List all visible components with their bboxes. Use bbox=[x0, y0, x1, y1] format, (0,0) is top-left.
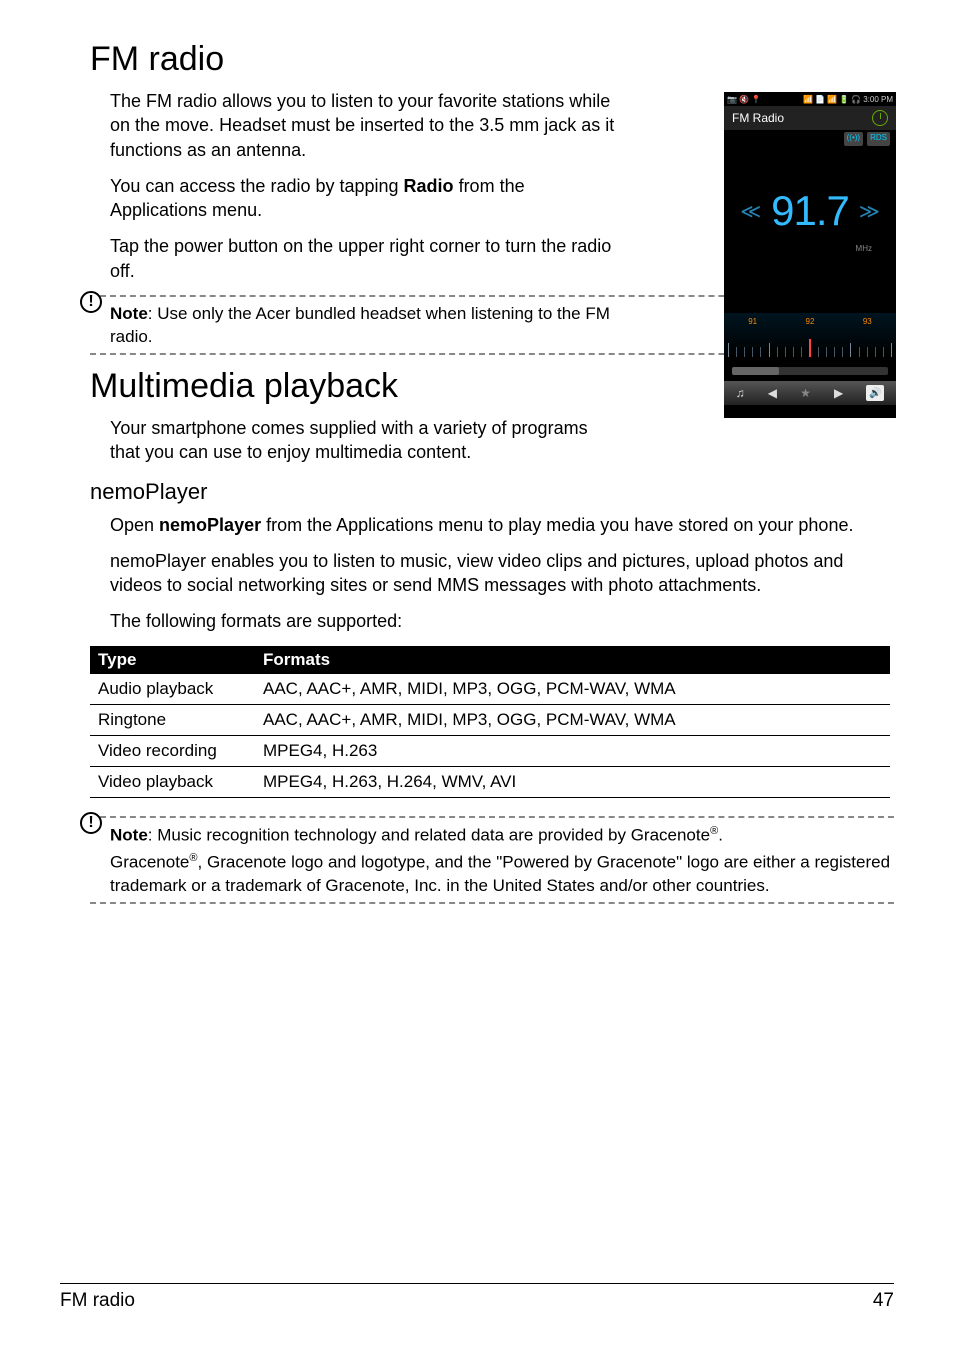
registered-symbol: ® bbox=[710, 825, 718, 837]
power-button[interactable] bbox=[872, 110, 888, 126]
status-icon: 📄 bbox=[815, 95, 825, 104]
alert-icon: ! bbox=[80, 291, 102, 313]
text-radio-bold: Radio bbox=[404, 176, 454, 196]
table-cell: Ringtone bbox=[90, 704, 255, 735]
text-fragment: You can access the radio by tapping bbox=[110, 176, 404, 196]
paragraph-mm-intro: Your smartphone comes supplied with a va… bbox=[110, 416, 620, 465]
headset-icon: 🎧 bbox=[851, 95, 861, 104]
table-row: Video playback MPEG4, H.263, H.264, WMV,… bbox=[90, 766, 890, 797]
mhz-label: MHz bbox=[724, 244, 896, 253]
note-label: Note bbox=[110, 825, 148, 844]
signal-badge: ((•)) bbox=[844, 132, 863, 146]
signal-icon: 📶 bbox=[827, 95, 837, 104]
app-title-bar: FM Radio bbox=[724, 106, 896, 130]
paragraph-fm-access: You can access the radio by tapping Radi… bbox=[110, 174, 620, 223]
tune-up-button[interactable]: ≫ bbox=[859, 199, 880, 224]
table-header-type: Type bbox=[90, 646, 255, 674]
paragraph-fm-power: Tap the power button on the upper right … bbox=[110, 234, 620, 283]
frequency-display: ≪ 91.7 ≫ bbox=[724, 166, 896, 256]
rds-badge[interactable]: RDS bbox=[867, 132, 890, 146]
status-bar: 📷 🔇 📍 📶 📄 📶 🔋 🎧 3:00 PM bbox=[724, 92, 896, 106]
status-icons-right: 📶 📄 📶 🔋 🎧 3:00 PM bbox=[803, 95, 893, 104]
text-fragment: Open bbox=[110, 515, 159, 535]
table-cell: Video recording bbox=[90, 735, 255, 766]
next-button[interactable]: ▶ bbox=[834, 386, 843, 400]
text-fragment: , Gracenote logo and logotype, and the "… bbox=[110, 853, 890, 895]
table-cell: MPEG4, H.263 bbox=[255, 735, 890, 766]
note-fm-text: Note: Use only the Acer bundled headset … bbox=[110, 303, 620, 349]
table-cell: Audio playback bbox=[90, 674, 255, 705]
fm-radio-screenshot: 📷 🔇 📍 📶 📄 📶 🔋 🎧 3:00 PM FM Radio ((•)) R… bbox=[724, 92, 896, 418]
text-fragment: Gracenote bbox=[110, 853, 189, 872]
gps-icon: 📍 bbox=[751, 95, 761, 104]
wifi-icon: 📶 bbox=[803, 95, 813, 104]
table-cell: AAC, AAC+, AMR, MIDI, MP3, OGG, PCM-WAV,… bbox=[255, 704, 890, 735]
tune-down-button[interactable]: ≪ bbox=[740, 199, 761, 224]
note-gracenote-1: Note: Music recognition technology and r… bbox=[110, 824, 894, 848]
note-gracenote-2: Gracenote®, Gracenote logo and logotype,… bbox=[110, 851, 894, 898]
rds-row: ((•)) RDS bbox=[724, 130, 896, 146]
music-icon[interactable]: ♫ bbox=[736, 386, 745, 400]
text-nemo-bold: nemoPlayer bbox=[159, 515, 261, 535]
paragraph-nemo-open: Open nemoPlayer from the Applications me… bbox=[110, 513, 894, 537]
paragraph-nemo-features: nemoPlayer enables you to listen to musi… bbox=[110, 549, 894, 598]
text-fragment: : Music recognition technology and relat… bbox=[148, 825, 710, 844]
table-header-formats: Formats bbox=[255, 646, 890, 674]
heading-nemoplayer: nemoPlayer bbox=[90, 479, 894, 505]
camera-icon: 📷 bbox=[727, 95, 737, 104]
divider bbox=[90, 902, 894, 904]
clock-text: 3:00 PM bbox=[863, 95, 893, 104]
table-cell: MPEG4, H.263, H.264, WMV, AVI bbox=[255, 766, 890, 797]
dial-marker bbox=[809, 339, 811, 357]
footer-section-title: FM radio bbox=[60, 1290, 135, 1312]
page-footer: FM radio 47 bbox=[60, 1283, 894, 1312]
mute-icon: 🔇 bbox=[739, 95, 749, 104]
playback-controls: ♫ ◀ ★ ▶ 🔊 bbox=[724, 381, 896, 405]
app-title: FM Radio bbox=[732, 111, 784, 125]
page-number: 47 bbox=[873, 1290, 894, 1312]
registered-symbol: ® bbox=[189, 852, 197, 864]
alert-icon: ! bbox=[80, 812, 102, 834]
seek-bar[interactable] bbox=[732, 367, 888, 375]
paragraph-fm-intro: The FM radio allows you to listen to you… bbox=[110, 89, 620, 162]
table-cell: AAC, AAC+, AMR, MIDI, MP3, OGG, PCM-WAV,… bbox=[255, 674, 890, 705]
table-row: Audio playback AAC, AAC+, AMR, MIDI, MP3… bbox=[90, 674, 890, 705]
status-icons-left: 📷 🔇 📍 bbox=[727, 95, 761, 104]
formats-table: Type Formats Audio playback AAC, AAC+, A… bbox=[90, 646, 890, 798]
heading-fm-radio: FM radio bbox=[90, 40, 894, 79]
prev-button[interactable]: ◀ bbox=[768, 386, 777, 400]
frequency-dial[interactable]: 91 92 93 bbox=[724, 313, 896, 357]
frequency-value: 91.7 bbox=[771, 187, 849, 235]
text-fragment: from the Applications menu to play media… bbox=[261, 515, 853, 535]
text-fragment: . bbox=[718, 825, 723, 844]
note-label: Note bbox=[110, 304, 148, 323]
table-row: Ringtone AAC, AAC+, AMR, MIDI, MP3, OGG,… bbox=[90, 704, 890, 735]
table-cell: Video playback bbox=[90, 766, 255, 797]
table-row: Video recording MPEG4, H.263 bbox=[90, 735, 890, 766]
battery-icon: 🔋 bbox=[839, 95, 849, 104]
note-body: : Use only the Acer bundled headset when… bbox=[110, 304, 610, 346]
divider bbox=[90, 816, 894, 818]
paragraph-formats-intro: The following formats are supported: bbox=[110, 609, 894, 633]
favorite-button[interactable]: ★ bbox=[800, 386, 811, 400]
speaker-button[interactable]: 🔊 bbox=[866, 385, 884, 401]
